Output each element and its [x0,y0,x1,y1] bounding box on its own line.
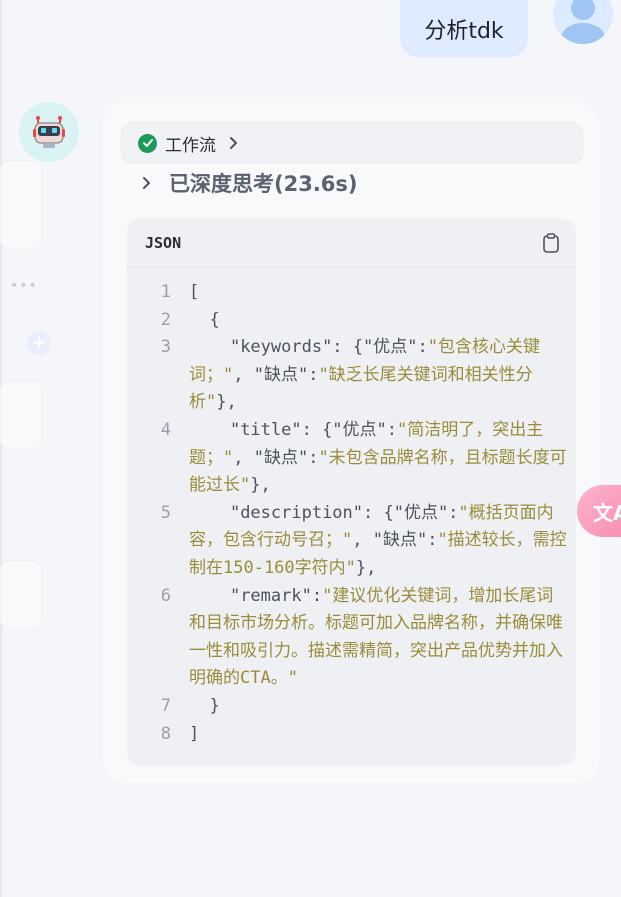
assistant-answer-card: 工作流 已深度思考(23.6s) JSON 1[2 {3 "keywords":… [103,102,600,783]
code-token: }, [250,475,271,496]
line-content: "title": {"优点":"简洁明了，突出主题；", "缺点":"未包含品牌… [189,417,569,500]
code-block-header: JSON [127,219,576,267]
code-line: 7 } [127,693,576,721]
code-line: 4 "title": {"优点":"简洁明了，突出主题；", "缺点":"未包含… [127,417,576,500]
code-token: "description": {"优点": [189,502,459,523]
code-token: } [189,695,220,716]
check-circle-icon [138,133,157,153]
line-content: [ [189,279,569,307]
line-number: 7 [160,695,171,716]
code-token: , "缺点": [352,530,438,551]
plus-icon[interactable]: + [27,331,51,355]
code-token: "keywords": {"优点": [189,337,428,358]
line-number: 1 [160,282,171,302]
thinking-duration-label: 已深度思考(23.6s) [169,172,358,196]
translate-icon: 文A [593,500,621,525]
background-panel [0,560,42,630]
code-line: 8] [127,721,576,749]
code-token: [ [189,282,200,302]
code-token: }, [355,557,377,578]
thinking-toggle[interactable]: 已深度思考(23.6s) [141,168,358,198]
code-token: "title": {"优点": [189,419,398,440]
line-number: 8 [160,723,171,744]
code-language-label: JSON [145,233,182,252]
line-content: ] [189,721,569,749]
line-content: "description": {"优点":"概括页面内容，包含行动号召；", "… [189,500,569,583]
line-content: } [189,693,569,721]
workflow-label: 工作流 [165,135,216,156]
line-number: 3 [160,337,171,358]
line-content: { [189,307,569,335]
user-message-text: 分析tdk [424,18,504,44]
line-number: 6 [160,585,171,606]
more-icon[interactable]: ••• [10,278,38,294]
code-line: 6 "remark":"建议优化关键词，增加长尾词和目标市场分析。标题可加入品牌… [127,583,576,693]
user-avatar-icon[interactable] [553,0,613,44]
code-line: 3 "keywords": {"优点":"包含核心关键词；", "缺点":"缺乏… [127,334,576,417]
left-rail [0,0,2,897]
code-token: "remark": [189,585,323,606]
background-panel [0,380,42,450]
translate-button[interactable]: 文A [577,485,621,537]
code-token: { [189,309,220,330]
code-line: 5 "description": {"优点":"概括页面内容，包含行动号召；",… [127,500,576,583]
clipboard-icon[interactable] [540,232,562,254]
chevron-right-icon [143,177,150,189]
line-number: 4 [160,419,171,440]
chevron-right-icon [230,137,237,149]
code-token: ] [189,723,200,744]
background-panel [0,160,42,250]
line-number: 5 [160,502,171,523]
code-token: }, [216,392,237,413]
code-line: 2 { [127,307,576,335]
code-line: 1[ [127,279,576,307]
robot-icon [19,102,79,162]
workflow-toggle[interactable]: 工作流 [121,122,583,164]
line-content: "keywords": {"优点":"包含核心关键词；", "缺点":"缺乏长尾… [189,334,569,417]
line-number: 2 [160,309,171,330]
line-content: "remark":"建议优化关键词，增加长尾词和目标市场分析。标题可加入品牌名称… [189,583,569,693]
code-token: , "缺点": [233,364,319,385]
code-block: JSON 1[2 {3 "keywords": {"优点":"包含核心关键词；"… [127,219,576,765]
code-body: 1[2 {3 "keywords": {"优点":"包含核心关键词；", "缺点… [127,267,576,748]
code-token: , "缺点": [233,447,319,468]
user-message-bubble: 分析tdk [400,0,528,57]
